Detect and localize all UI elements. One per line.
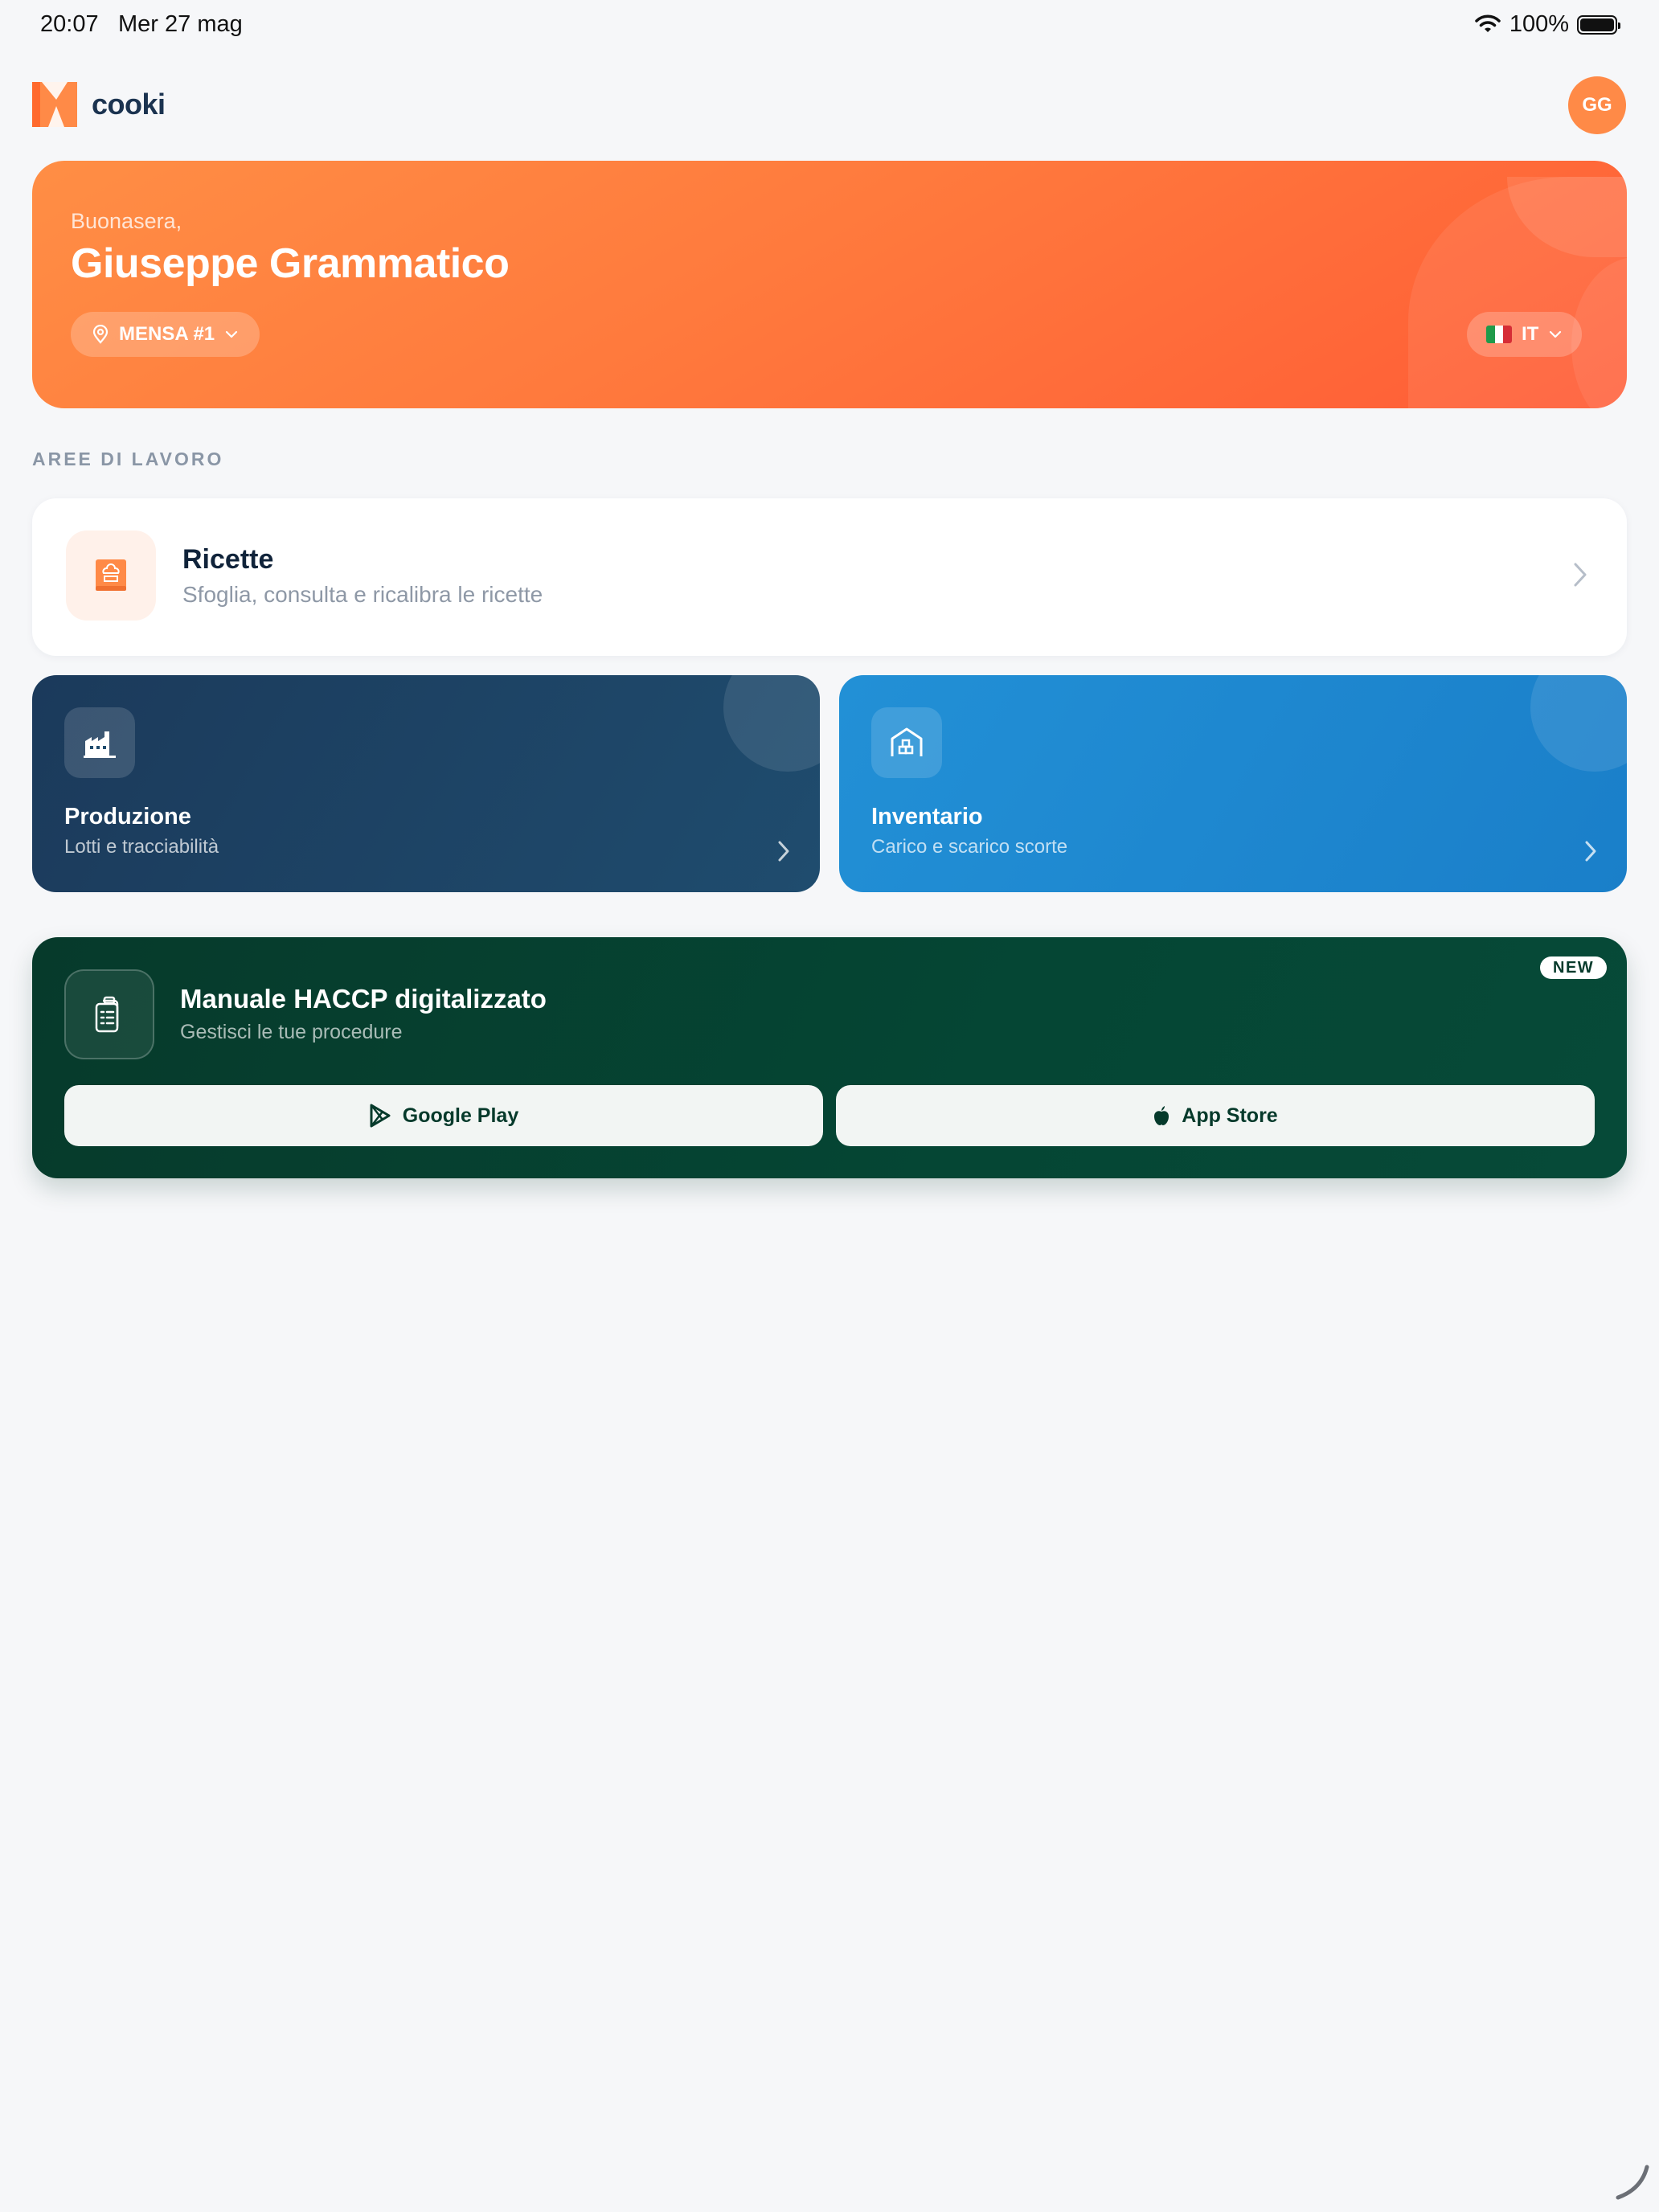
italy-flag-icon [1486,326,1512,343]
app-store-label: App Store [1182,1104,1278,1127]
home-indicator [1616,2165,1649,2200]
wifi-icon [1475,14,1501,32]
app-logo[interactable]: cooki [32,82,166,127]
produzione-card[interactable]: Produzione Lotti e tracciabilità [32,675,820,892]
google-play-icon [370,1104,391,1128]
ricette-title: Ricette [182,544,274,575]
battery-percent: 100% [1509,11,1569,37]
inventario-icon-box [871,707,942,778]
battery-icon [1577,14,1620,35]
clipboard-icon [95,996,119,1033]
ricette-card[interactable]: Ricette Sfoglia, consulta e ricalibra le… [32,498,1627,656]
chevron-right-icon [778,841,789,862]
produzione-title: Produzione [64,804,191,830]
chevron-down-icon [226,330,238,338]
new-badge: NEW [1540,956,1608,979]
welcome-banner: Buonasera, Giuseppe Grammatico MENSA #1 … [32,161,1627,408]
chevron-right-icon [1574,563,1587,587]
greeting: Buonasera, [71,209,182,233]
location-pin-icon [92,325,109,344]
section-title-work-areas: AREE DI LAVORO [32,449,224,469]
warehouse-icon [891,727,923,756]
location-selector[interactable]: MENSA #1 [71,312,260,357]
cooki-logo-icon [32,82,77,127]
haccp-subtitle: Gestisci le tue procedure [180,1021,403,1043]
google-play-label: Google Play [402,1104,519,1127]
inventario-subtitle: Carico e scarico scorte [871,836,1068,858]
language-label: IT [1522,323,1539,345]
haccp-icon-box [64,969,154,1059]
card-decoration [723,675,820,772]
produzione-subtitle: Lotti e tracciabilità [64,836,219,858]
status-right: 100% [1474,11,1620,38]
chevron-down-icon [1550,330,1562,338]
user-name: Giuseppe Grammatico [71,240,510,287]
haccp-promo-card: NEW Manuale HACCP digitalizzato Gestisci… [32,937,1627,1178]
status-bar: 20:07 Mer 27 mag 100% [0,0,1659,51]
app-name: cooki [92,88,166,121]
haccp-title: Manuale HACCP digitalizzato [180,984,547,1014]
factory-icon [84,731,116,758]
status-time: 20:07 [40,11,99,37]
avatar[interactable]: GG [1568,76,1626,134]
inventario-title: Inventario [871,804,983,830]
status-date: Mer 27 mag [118,11,243,37]
apple-icon [1154,1106,1169,1125]
app-store-button[interactable]: App Store [836,1085,1595,1146]
card-decoration [1530,675,1627,772]
ricette-icon-box [66,530,156,621]
produzione-icon-box [64,707,135,778]
google-play-button[interactable]: Google Play [64,1085,823,1146]
inventario-card[interactable]: Inventario Carico e scarico scorte [839,675,1627,892]
location-label: MENSA #1 [119,323,215,345]
language-selector[interactable]: IT [1467,312,1583,357]
chevron-right-icon [1585,841,1596,862]
ricette-subtitle: Sfoglia, consulta e ricalibra le ricette [182,582,543,607]
cookbook-icon [96,559,126,591]
